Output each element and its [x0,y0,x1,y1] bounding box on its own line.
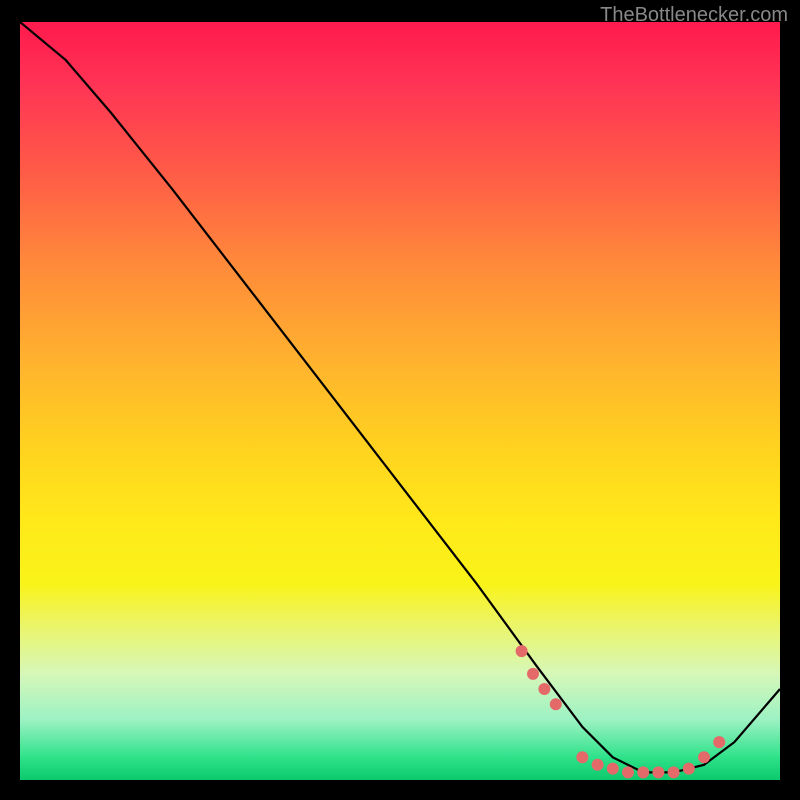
marker-dots [516,645,726,778]
marker-dot [622,766,634,778]
marker-dot [607,763,619,775]
marker-dot [683,763,695,775]
chart-svg [20,22,780,780]
marker-dot [516,645,528,657]
marker-dot [713,736,725,748]
plot-area [20,22,780,780]
marker-dot [652,766,664,778]
marker-dot [576,751,588,763]
marker-dot [527,668,539,680]
marker-dot [668,766,680,778]
marker-dot [637,766,649,778]
marker-dot [550,698,562,710]
marker-dot [538,683,550,695]
watermark-text: TheBottlenecker.com [600,4,788,27]
curve-line [20,22,780,772]
marker-dot [698,751,710,763]
marker-dot [592,759,604,771]
